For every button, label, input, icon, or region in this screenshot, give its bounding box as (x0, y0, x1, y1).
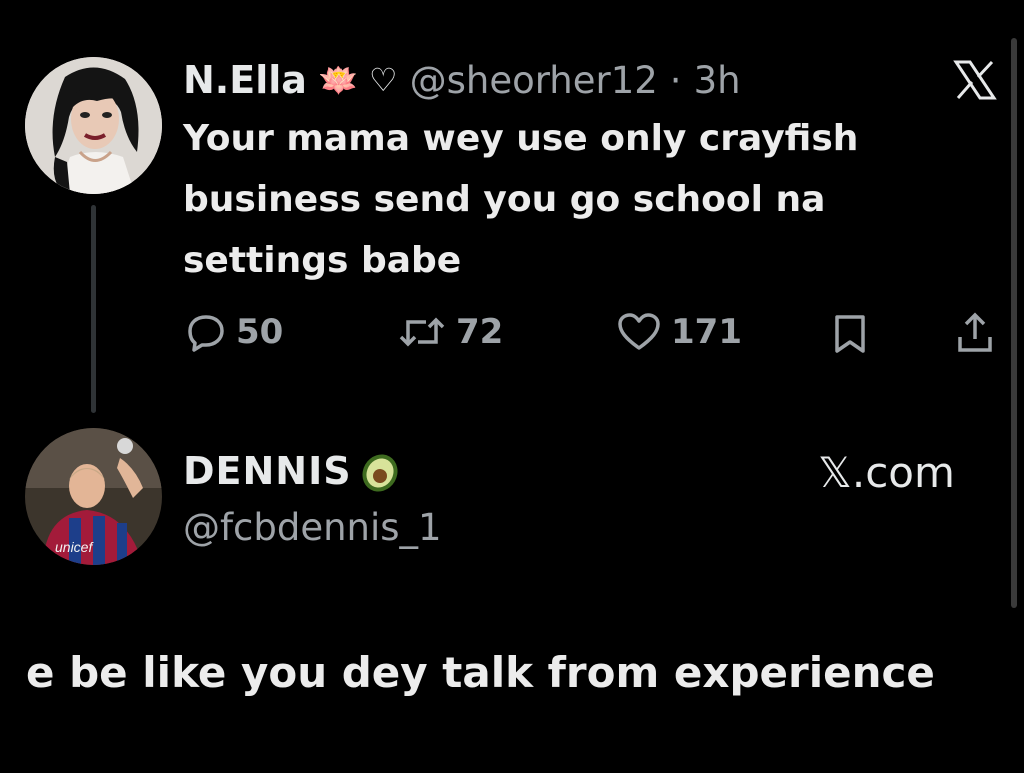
reply-author-avatar[interactable]: unicef (25, 428, 162, 565)
x-logo-icon[interactable] (952, 60, 998, 100)
reply-text: e be like you dey talk from experience (26, 648, 935, 697)
header-separator: · (669, 58, 682, 102)
original-tweet-header: N.Ella 🪷 ♡ @sheorher12 · 3h (183, 55, 741, 105)
thread-connector-line (91, 205, 96, 413)
like-icon (618, 313, 660, 350)
retweet-count: 72 (456, 312, 504, 352)
original-author-name[interactable]: N.Ella (183, 58, 307, 102)
man-photo-avatar: unicef (25, 428, 162, 565)
woman-avatar-illustration (25, 57, 162, 194)
retweet-button[interactable]: 72 (398, 312, 503, 352)
original-tweet-text: Your mama wey use only crayfish business… (183, 118, 859, 281)
original-author-handle[interactable]: @sheorher12 (410, 59, 658, 102)
avocado-icon (362, 454, 398, 492)
bookmark-icon (835, 315, 865, 353)
reply-header: DENNIS (183, 448, 402, 494)
tweet-timestamp[interactable]: 3h (694, 59, 741, 102)
retweet-icon (399, 317, 445, 347)
like-count: 171 (671, 312, 742, 352)
x-logo-glyph (953, 60, 997, 100)
reply-button[interactable]: 50 (186, 312, 283, 352)
original-tweet-avatar[interactable] (25, 57, 162, 194)
lotus-emoji: 🪷 ♡ (318, 61, 398, 99)
like-button[interactable]: 171 (617, 312, 742, 352)
reply-author-handle[interactable]: @fcbdennis_1 (183, 506, 442, 549)
scrollbar[interactable] (1011, 38, 1017, 608)
shirt-sponsor-text: unicef (55, 539, 94, 555)
reply-icon (188, 315, 224, 352)
reply-author-name[interactable]: DENNIS (183, 449, 352, 493)
bookmark-button[interactable] (833, 314, 867, 354)
x-dot-com-link[interactable]: 𝕏.com (818, 448, 955, 497)
share-icon (958, 312, 992, 352)
share-button[interactable] (955, 312, 995, 354)
reply-count: 50 (236, 312, 284, 352)
